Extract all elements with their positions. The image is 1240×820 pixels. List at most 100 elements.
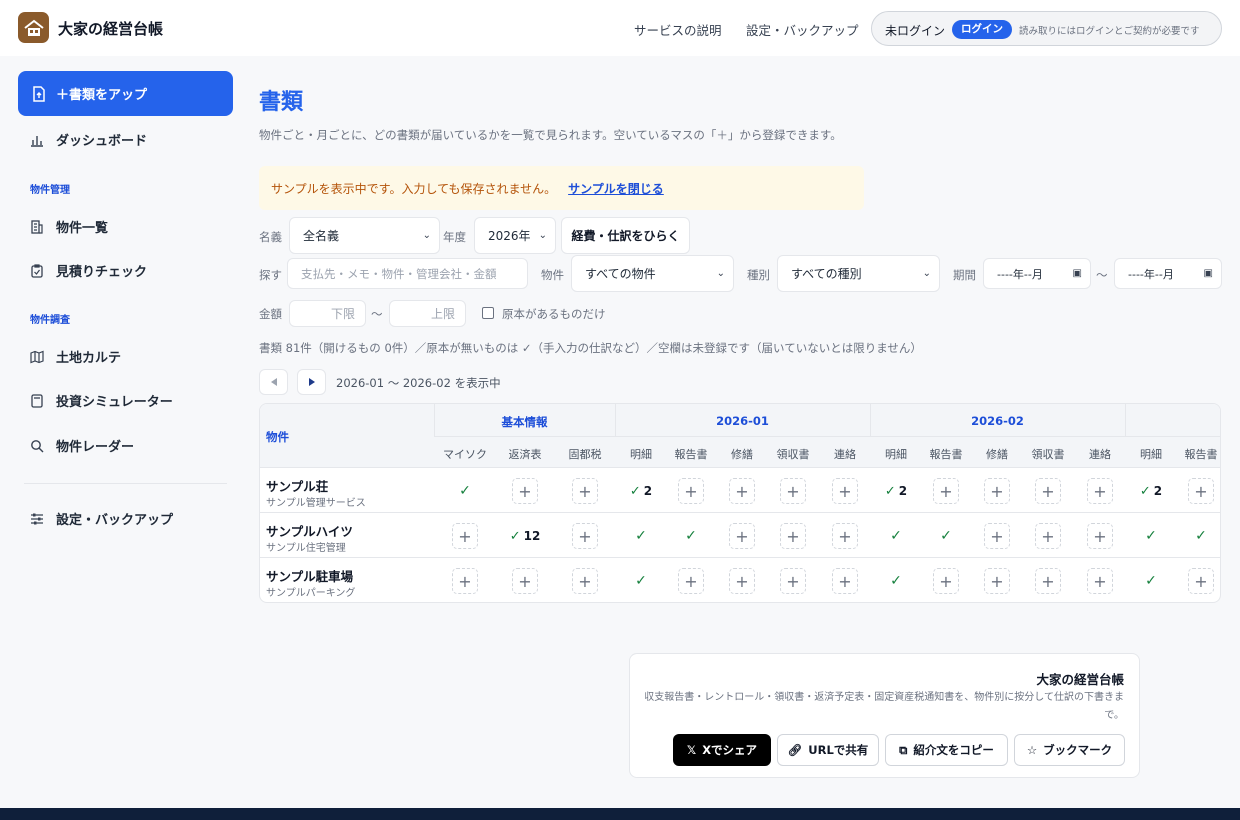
clipboard-check-icon [31,263,43,278]
add-document-cell[interactable]: + [984,478,1010,504]
add-document-cell[interactable]: + [452,523,478,549]
amount-max-placeholder: 上限 [430,307,455,321]
amount-max-input[interactable]: 上限 [389,300,466,327]
name-select[interactable]: 全名義 ⌄ [289,217,440,254]
sidebar-item-estimate-check[interactable]: 見積りチェック [30,261,147,280]
open-expenses-button[interactable]: 経費・仕訳をひらく [561,217,690,254]
add-document-cell[interactable]: + [572,523,598,549]
add-document-cell[interactable]: + [1087,568,1113,594]
add-document-cell[interactable]: + [729,478,755,504]
document-check-cell[interactable]: ✓ [883,523,909,549]
add-document-cell[interactable]: + [1087,478,1113,504]
add-document-cell[interactable]: + [832,478,858,504]
name-filter-label: 名義 [259,230,282,244]
sidebar-item-settings[interactable]: 設定・バックアップ [30,509,173,528]
page-title: 書類 [259,90,304,115]
add-document-cell[interactable]: + [984,523,1010,549]
add-document-cell[interactable]: + [832,568,858,594]
sidebar-item-property-list[interactable]: 物件一覧 [30,217,108,236]
add-document-cell[interactable]: + [729,523,755,549]
document-summary: 書類 81件（開けるもの 0件）／原本が無いものは ✓（手入力の仕訳など）／空欄… [259,341,922,355]
add-document-cell[interactable]: + [933,478,959,504]
add-document-cell[interactable]: + [832,523,858,549]
column-header: 固都税 [568,448,602,461]
pager-range-text: 2026-01 〜 2026-02 を表示中 [336,376,501,390]
group-header-2026-01: 2026-01 [716,414,769,428]
type-select-value: すべての種別 [791,267,862,281]
search-icon [31,439,44,452]
add-document-cell[interactable]: + [572,478,598,504]
document-check-cell[interactable]: ✓ [1138,568,1164,594]
add-document-cell[interactable]: + [1035,478,1061,504]
row-property-name[interactable]: サンプルハイツ [266,521,353,540]
next-page-button[interactable] [297,369,326,395]
document-check-cell[interactable]: ✓ [628,568,654,594]
add-document-cell[interactable]: + [984,568,1010,594]
row-management-company: サンプルパーキング [266,588,356,599]
document-check-cell[interactable]: ✓ [1188,523,1214,549]
sample-notice-banner: サンプルを表示中です。入力しても保存されません。 サンプルを閉じる [259,166,864,210]
year-select[interactable]: 2026年 ⌄ [474,217,556,254]
bookmark-button[interactable]: ☆ ブックマーク [1014,734,1125,766]
sidebar-item-invest-simulator[interactable]: 投資シミュレーター [30,391,173,410]
add-document-cell[interactable]: + [678,568,704,594]
row-property-name[interactable]: サンプル駐車場 [266,566,353,585]
sidebar-item-property-radar[interactable]: 物件レーダー [30,436,134,455]
document-check-cell[interactable]: ✓ [452,478,478,504]
copy-icon: ⧉ [899,742,908,757]
login-button[interactable]: ログイン [952,20,1012,39]
add-document-cell[interactable]: + [512,568,538,594]
document-check-cell[interactable]: ✓ [933,523,959,549]
share-url-label: URLで共有 [808,743,869,757]
add-document-cell[interactable]: + [512,478,538,504]
document-count-cell[interactable]: ✓ 12 [503,523,547,549]
add-document-cell[interactable]: + [1188,478,1214,504]
add-document-cell[interactable]: + [780,568,806,594]
document-count-cell[interactable]: ✓ 2 [874,478,918,504]
document-count-cell[interactable]: ✓ 2 [619,478,663,504]
document-count-cell[interactable]: ✓ 2 [1129,478,1173,504]
add-document-cell[interactable]: + [1035,568,1061,594]
document-check-cell[interactable]: ✓ [883,568,909,594]
nav-settings-backup[interactable]: 設定・バックアップ [746,20,859,39]
x-logo-icon: 𝕏 [686,743,697,757]
original-only-checkbox[interactable] [482,307,494,319]
copy-intro-button[interactable]: ⧉ 紹介文をコピー [885,734,1008,766]
document-check-cell[interactable]: ✓ [1138,523,1164,549]
nav-service-description[interactable]: サービスの説明 [634,20,722,39]
share-x-button[interactable]: 𝕏 Xでシェア [673,734,771,766]
app-logo-icon [18,12,49,43]
share-description: 収支報告書・レントロール・領収書・返済予定表・固定資産税通知書を、物件別に按分し… [644,692,1124,721]
type-select[interactable]: すべての種別 ⌄ [777,255,940,292]
add-document-cell[interactable]: + [933,568,959,594]
prev-page-button[interactable] [259,369,288,395]
add-document-cell[interactable]: + [1087,523,1113,549]
add-document-cell[interactable]: + [1035,523,1061,549]
add-document-cell[interactable]: + [572,568,598,594]
triangle-left-icon [270,378,277,386]
share-url-button[interactable]: 🔗︎ URLで共有 [777,734,879,766]
upload-documents-button[interactable]: ＋書類をアップ [18,71,233,116]
row-property-name[interactable]: サンプル荘 [266,476,328,495]
add-document-cell[interactable]: + [780,523,806,549]
add-document-cell[interactable]: + [678,478,704,504]
column-header: 返済表 [508,448,542,461]
period-start-input[interactable]: ----年--月 ▣ [983,258,1091,289]
chevron-down-icon: ⌄ [422,230,431,241]
add-document-cell[interactable]: + [452,568,478,594]
sidebar-item-land-karte[interactable]: 土地カルテ [30,347,121,366]
document-check-cell[interactable]: ✓ [678,523,704,549]
document-check-cell[interactable]: ✓ [628,523,654,549]
sidebar-item-label: 投資シミュレーター [56,395,173,410]
property-select[interactable]: すべての物件 ⌄ [571,255,734,292]
close-sample-link[interactable]: サンプルを閉じる [568,180,664,197]
amount-min-input[interactable]: 下限 [289,300,366,327]
column-header: 報告書 [1184,448,1218,461]
add-document-cell[interactable]: + [1188,568,1214,594]
period-end-input[interactable]: ----年--月 ▣ [1114,258,1222,289]
search-input[interactable]: 支払先・メモ・物件・管理会社・金額 [287,258,528,289]
sidebar-item-dashboard[interactable]: ダッシュボード [30,130,147,149]
share-card: 大家の経営台帳 収支報告書・レントロール・領収書・返済予定表・固定資産税通知書を… [629,653,1140,778]
add-document-cell[interactable]: + [729,568,755,594]
add-document-cell[interactable]: + [780,478,806,504]
